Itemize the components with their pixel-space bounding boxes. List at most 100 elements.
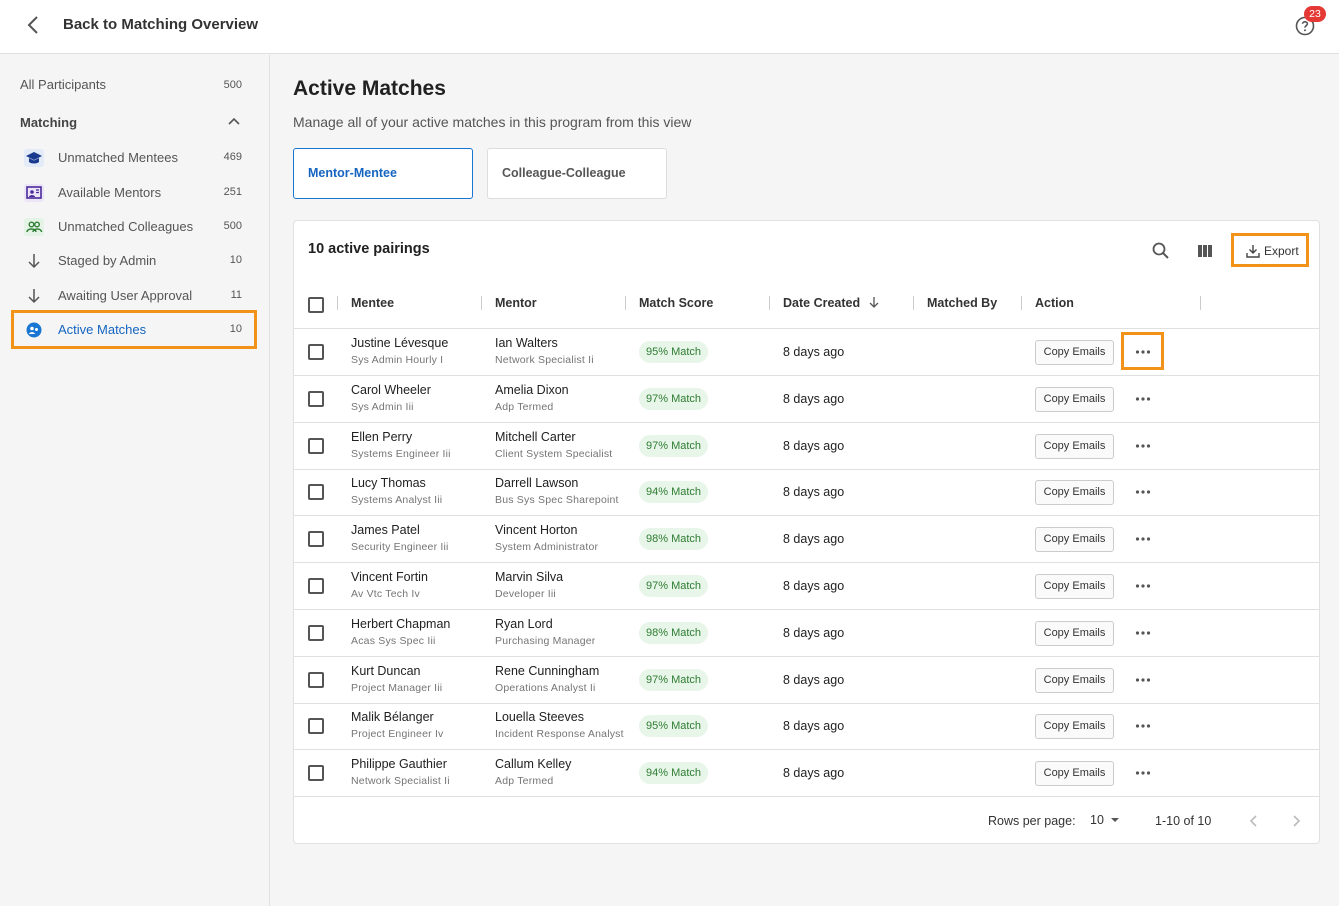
mentor-role: Adp Termed [495, 775, 554, 788]
tab-colleague-colleague[interactable]: Colleague-Colleague [487, 148, 667, 199]
table-row[interactable]: James Patel Security Engineer Iii Vincent … [294, 516, 1319, 564]
copy-emails-button[interactable]: Copy Emails [1035, 761, 1114, 787]
column-header-mentor[interactable]: Mentor [495, 296, 537, 310]
mentee-name: Vincent Fortin [351, 570, 428, 584]
sidebar-item-unmatched-colleagues[interactable]: Unmatched Colleagues 500 [20, 215, 242, 239]
date-created: 8 days ago [783, 719, 845, 734]
sidebar-section-matching[interactable]: Matching [20, 115, 242, 130]
table-row[interactable]: Lucy Thomas Systems Analyst Iii Darrell La… [294, 469, 1319, 517]
more-options-icon[interactable] [1134, 765, 1152, 781]
table-row[interactable]: Justine Lévesque Sys Admin Hourly I Ian Wa… [294, 329, 1319, 376]
table-row[interactable]: Carol Wheeler Sys Admin Iii Amelia Dixon Ad… [294, 376, 1319, 423]
copy-emails-button[interactable]: Copy Emails [1035, 480, 1114, 506]
sidebar-item-awaiting-user-approval[interactable]: Awaiting User Approval 11 [20, 284, 242, 308]
column-header-mentee[interactable]: Mentee [351, 296, 394, 310]
columns-icon[interactable] [1195, 241, 1215, 261]
mentee-role: Acas Sys Spec Iii [351, 634, 436, 647]
row-checkbox[interactable] [308, 718, 324, 735]
notification-badge[interactable]: 23 [1304, 6, 1326, 22]
column-header-match-score[interactable]: Match Score [639, 296, 713, 310]
copy-emails-button[interactable]: Copy Emails [1035, 340, 1114, 365]
mentee-role: Project Engineer Iv [351, 728, 444, 741]
back-to-overview-link[interactable]: Back to Matching Overview [63, 16, 258, 33]
row-checkbox[interactable] [308, 578, 324, 594]
sort-down-icon[interactable] [868, 296, 880, 308]
copy-emails-button[interactable]: Copy Emails [1035, 574, 1114, 599]
date-created: 8 days ago [783, 438, 845, 453]
copy-emails-button[interactable]: Copy Emails [1035, 667, 1114, 693]
sidebar-item-all-participants[interactable]: All Participants 500 [20, 77, 242, 97]
mentee-name: Justine Lévesque [351, 336, 449, 350]
mentor-role: Operations Analyst Ii [495, 681, 596, 694]
row-checkbox[interactable] [308, 624, 324, 641]
chevron-up-icon[interactable] [226, 114, 242, 130]
more-options-icon[interactable] [1134, 438, 1152, 454]
mentee-role: Sys Admin Hourly I [351, 354, 444, 366]
mentor-name: Darrell Lawson [495, 476, 579, 491]
back-chevron-icon[interactable] [22, 13, 46, 37]
table-row[interactable]: Ellen Perry Systems Engineer Iii Mitchell … [294, 423, 1319, 470]
row-checkbox[interactable] [308, 671, 324, 688]
row-checkbox[interactable] [308, 765, 324, 782]
row-checkbox[interactable] [308, 344, 324, 360]
copy-emails-button[interactable]: Copy Emails [1035, 527, 1114, 553]
highlight-box [1121, 332, 1164, 370]
column-label: Date Created [783, 296, 861, 310]
mentee-name: James Patel [351, 523, 420, 538]
row-checkbox[interactable] [308, 390, 324, 407]
column-header-date-created[interactable]: Date Created [783, 296, 880, 310]
column-header-matched-by[interactable]: Matched By [927, 296, 997, 310]
column-header-action[interactable]: Action [1035, 296, 1074, 310]
mentee-name: Ellen Perry [351, 429, 413, 444]
graduation-cap-icon [24, 149, 44, 167]
more-options-icon[interactable] [1134, 718, 1152, 734]
page-title: Active Matches [293, 77, 446, 100]
row-checkbox[interactable] [308, 531, 324, 548]
mentor-name: Callum Kelley [495, 757, 572, 772]
match-score-badge: 98% Match [639, 621, 709, 644]
next-page-icon[interactable] [1286, 811, 1306, 831]
date-created: 8 days ago [783, 485, 845, 500]
sidebar-item-unmatched-mentees[interactable]: Unmatched Mentees 469 [20, 146, 242, 170]
pairings-table-card: 10 active pairings Export Mentee Mentor … [293, 220, 1320, 844]
more-options-icon[interactable] [1134, 391, 1152, 407]
tab-mentor-mentee[interactable]: Mentor-Mentee [293, 148, 473, 199]
rows-per-page-select[interactable]: 10 [1090, 811, 1126, 831]
table-row[interactable]: Malik Bélanger Project Engineer Iv Louella… [294, 703, 1319, 751]
row-checkbox[interactable] [308, 437, 324, 454]
mentor-name: Marvin Silva [495, 570, 564, 584]
sidebar-item-available-mentors[interactable]: Available Mentors 251 [20, 181, 242, 205]
table-row[interactable]: Herbert Chapman Acas Sys Spec Iii Ryan Lor… [294, 610, 1319, 657]
copy-emails-button[interactable]: Copy Emails [1035, 620, 1114, 646]
copy-emails-button[interactable]: Copy Emails [1035, 433, 1114, 459]
select-all-checkbox[interactable] [308, 297, 324, 313]
date-created: 8 days ago [783, 579, 845, 593]
table-title: 10 active pairings [308, 241, 430, 257]
table-row[interactable]: Philippe Gauthier Network Specialist Ii Ca… [294, 750, 1319, 798]
mentor-role: Bus Sys Spec Sharepoint [495, 494, 619, 507]
more-options-icon[interactable] [1134, 484, 1152, 500]
copy-emails-button[interactable]: Copy Emails [1035, 714, 1114, 740]
copy-emails-button[interactable]: Copy Emails [1035, 386, 1114, 412]
more-options-icon[interactable] [1134, 672, 1152, 688]
more-options-icon[interactable] [1134, 531, 1152, 547]
date-created: 8 days ago [783, 532, 845, 547]
sidebar-item-label: Available Mentors [58, 185, 162, 200]
search-icon[interactable] [1151, 241, 1171, 261]
table-row[interactable]: Vincent Fortin Av Vtc Tech Iv Marvin Silva… [294, 563, 1319, 610]
more-options-icon[interactable] [1134, 578, 1152, 594]
match-score-badge: 97% Match [639, 668, 709, 691]
table-row[interactable]: Kurt Duncan Project Manager Iii Rene Cunni… [294, 657, 1319, 704]
mentee-name: Herbert Chapman [351, 616, 451, 631]
previous-page-icon[interactable] [1244, 811, 1264, 831]
sidebar-item-staged-by-admin[interactable]: Staged by Admin 10 [20, 249, 242, 273]
more-options-icon[interactable] [1134, 625, 1152, 641]
sidebar-item-label: All Participants [20, 77, 106, 92]
mentor-name: Rene Cunningham [495, 663, 600, 678]
people-icon [24, 218, 44, 236]
row-checkbox[interactable] [308, 484, 324, 501]
mentor-role: Adp Termed [495, 400, 554, 413]
sidebar-item-count: 10 [229, 254, 242, 266]
top-bar: Back to Matching Overview 23 [0, 0, 1339, 54]
mentee-role: Sys Admin Iii [351, 400, 414, 413]
